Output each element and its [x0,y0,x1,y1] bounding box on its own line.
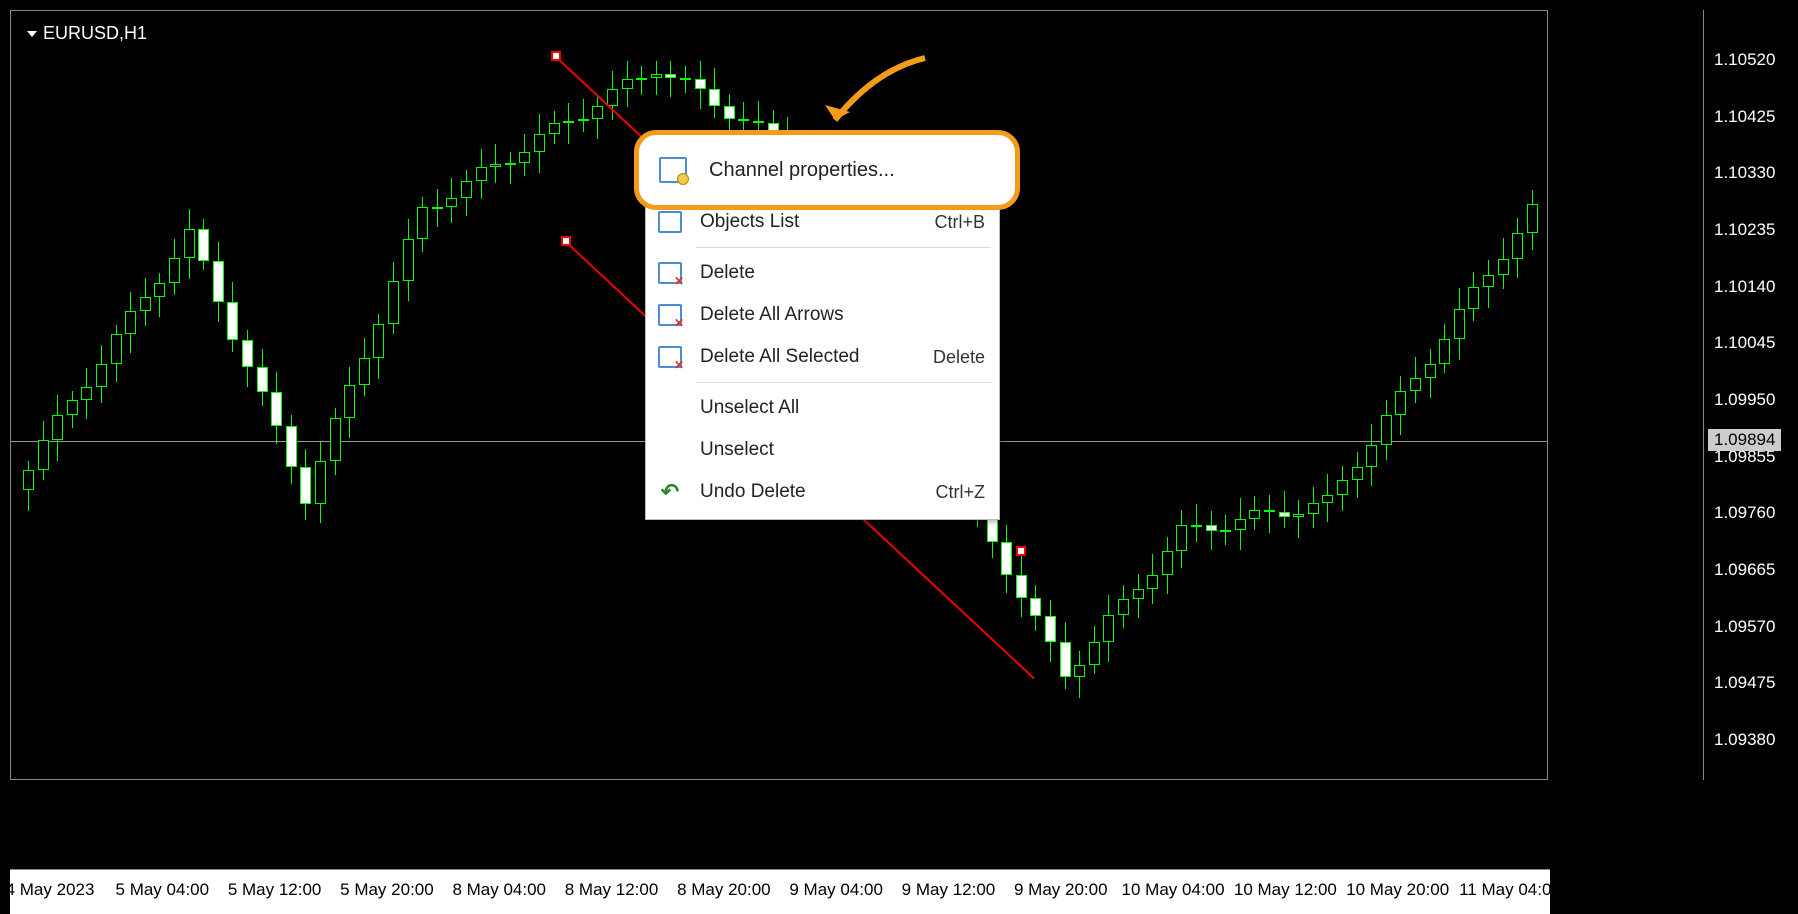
menu-unselect-all[interactable]: Unselect All [646,387,999,429]
y-tick-label: 1.10140 [1714,277,1775,297]
x-tick-label: 10 May 04:00 [1122,880,1225,900]
delete-arrows-icon [656,302,684,328]
channel-handle[interactable] [1016,546,1026,556]
x-tick-label: 10 May 20:00 [1346,880,1449,900]
y-tick-label: 1.10235 [1714,220,1775,240]
y-tick-label: 1.09665 [1714,560,1775,580]
x-tick-label: 9 May 20:00 [1014,880,1108,900]
channel-handle[interactable] [551,51,561,61]
blank-icon [656,395,684,421]
blank-icon [656,437,684,463]
x-tick-label: 8 May 12:00 [565,880,659,900]
menu-unselect[interactable]: Unselect [646,429,999,471]
y-tick-label: 1.10330 [1714,163,1775,183]
menu-delete[interactable]: Delete [646,252,999,294]
x-tick-label: 10 May 12:00 [1234,880,1337,900]
delete-selected-icon [656,344,684,370]
x-tick-label: 11 May 04:00 [1459,880,1561,900]
y-tick-label: 1.09760 [1714,503,1775,523]
delete-icon [656,260,684,286]
dropdown-icon[interactable] [27,31,37,37]
x-tick-label: 9 May 04:00 [789,880,883,900]
menu-separator [696,247,991,248]
x-tick-label: 8 May 20:00 [677,880,771,900]
menu-item-label: Channel properties... [709,159,895,182]
chart-title: EURUSD,H1 [27,23,147,44]
x-tick-label: 9 May 12:00 [902,880,996,900]
x-tick-label: 5 May 04:00 [116,880,210,900]
x-tick-label: 5 May 12:00 [228,880,322,900]
y-tick-label: 1.09950 [1714,390,1775,410]
menu-channel-properties[interactable]: Channel properties... [634,130,1020,210]
undo-icon: ↶ [656,479,684,505]
x-tick-label: 4 May 2023 [6,880,95,900]
menu-undo-delete[interactable]: ↶ Undo Delete Ctrl+Z [646,471,999,513]
time-axis: 4 May 20235 May 04:005 May 12:005 May 20… [10,869,1550,914]
y-tick-label: 1.09475 [1714,673,1775,693]
y-tick-label: 1.09380 [1714,730,1775,750]
current-price-badge: 1.09894 [1708,429,1781,451]
menu-delete-all-selected[interactable]: Delete All Selected Delete [646,336,999,378]
price-axis: 1.10520 1.10425 1.10330 1.10235 1.10140 1.100… [1703,10,1798,780]
menu-delete-all-arrows[interactable]: Delete All Arrows [646,294,999,336]
menu-separator [696,382,991,383]
y-tick-label: 1.10045 [1714,333,1775,353]
x-tick-label: 5 May 20:00 [340,880,434,900]
channel-handle[interactable] [561,236,571,246]
list-icon [656,209,684,235]
y-tick-label: 1.09570 [1714,617,1775,637]
properties-icon [659,157,687,183]
y-tick-label: 1.10425 [1714,107,1775,127]
y-tick-label: 1.10520 [1714,50,1775,70]
x-tick-label: 8 May 04:00 [452,880,546,900]
